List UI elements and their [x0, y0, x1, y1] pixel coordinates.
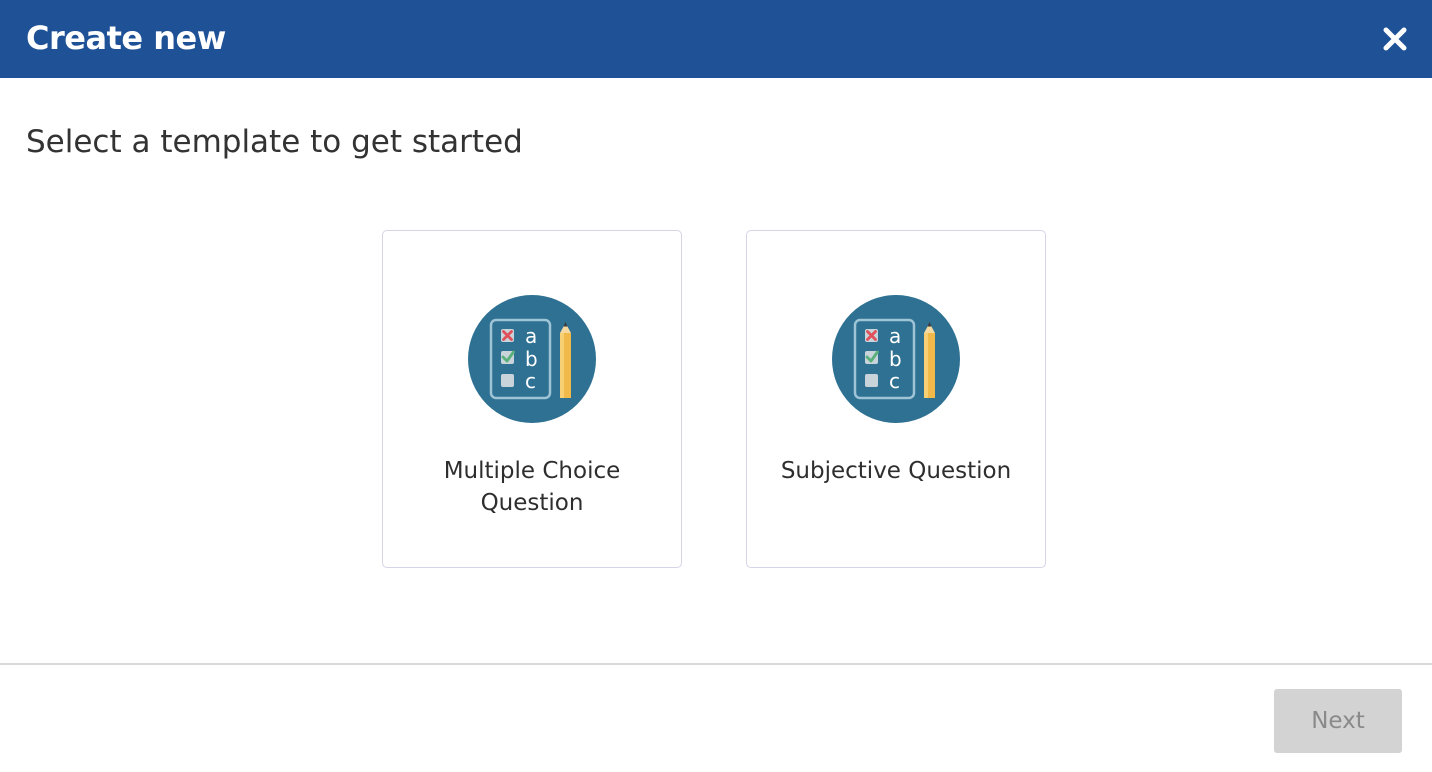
multiple-choice-icon: a b c	[468, 295, 596, 423]
template-card-multiple-choice[interactable]: a b c Multiple Choice Question	[382, 230, 682, 568]
close-icon	[1383, 27, 1407, 51]
svg-text:b: b	[889, 347, 902, 371]
create-new-dialog: Create new Select a template to get star…	[0, 0, 1432, 772]
template-label: Multiple Choice Question	[443, 458, 621, 516]
footer-divider	[0, 663, 1432, 665]
dialog-header: Create new	[0, 0, 1432, 78]
template-label: Subjective Question	[780, 458, 1012, 484]
dialog-title: Create new	[26, 19, 226, 57]
close-button[interactable]	[1382, 26, 1408, 52]
next-button[interactable]: Next	[1274, 689, 1402, 753]
multiple-choice-icon: a b c	[832, 295, 960, 423]
svg-text:c: c	[889, 369, 900, 393]
svg-text:c: c	[525, 369, 536, 393]
svg-text:b: b	[525, 347, 538, 371]
svg-text:a: a	[889, 324, 901, 348]
page-subtitle: Select a template to get started	[26, 124, 523, 160]
template-card-subjective[interactable]: a b c Subjective Question	[746, 230, 1046, 568]
svg-text:a: a	[525, 324, 537, 348]
